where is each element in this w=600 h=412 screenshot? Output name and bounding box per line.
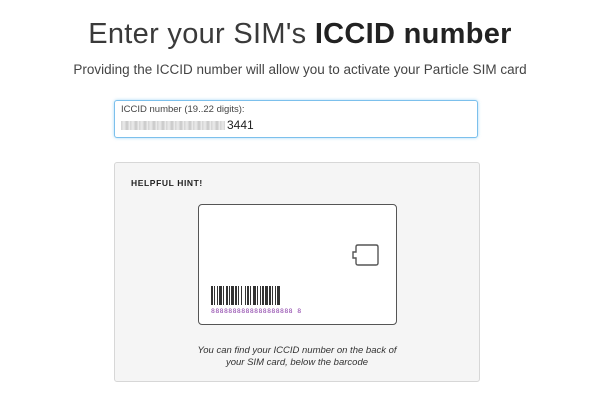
iccid-input-label: ICCID number (19..22 digits): <box>121 104 245 115</box>
helpful-hint-panel: HELPFUL HINT! 8888888888888888888 8 You … <box>114 162 480 382</box>
redacted-digits <box>121 120 225 130</box>
page-title-bold: ICCID number <box>314 18 512 50</box>
barcode-icon <box>211 286 280 305</box>
iccid-input[interactable]: ICCID number (19..22 digits): 3441 <box>114 100 478 138</box>
page-title: Enter your SIM's ICCID number <box>0 18 600 51</box>
iccid-input-value[interactable]: 3441 <box>121 118 254 132</box>
sim-chip-icon <box>352 244 379 266</box>
iccid-visible-suffix: 3441 <box>227 118 254 132</box>
barcode-number: 8888888888888888888 8 <box>211 307 302 315</box>
hint-title: HELPFUL HINT! <box>131 178 203 188</box>
hint-caption-line1: You can find your ICCID number on the ba… <box>197 345 397 356</box>
activation-page: Enter your SIM's ICCID number Providing … <box>0 0 600 412</box>
page-title-prefix: Enter your SIM's <box>88 18 315 50</box>
hint-caption-line2: your SIM card, below the barcode <box>225 357 369 368</box>
hint-caption: You can find your ICCID number on the ba… <box>115 345 479 369</box>
sim-card-illustration: 8888888888888888888 8 <box>198 204 397 325</box>
page-subtitle: Providing the ICCID number will allow yo… <box>73 62 527 77</box>
